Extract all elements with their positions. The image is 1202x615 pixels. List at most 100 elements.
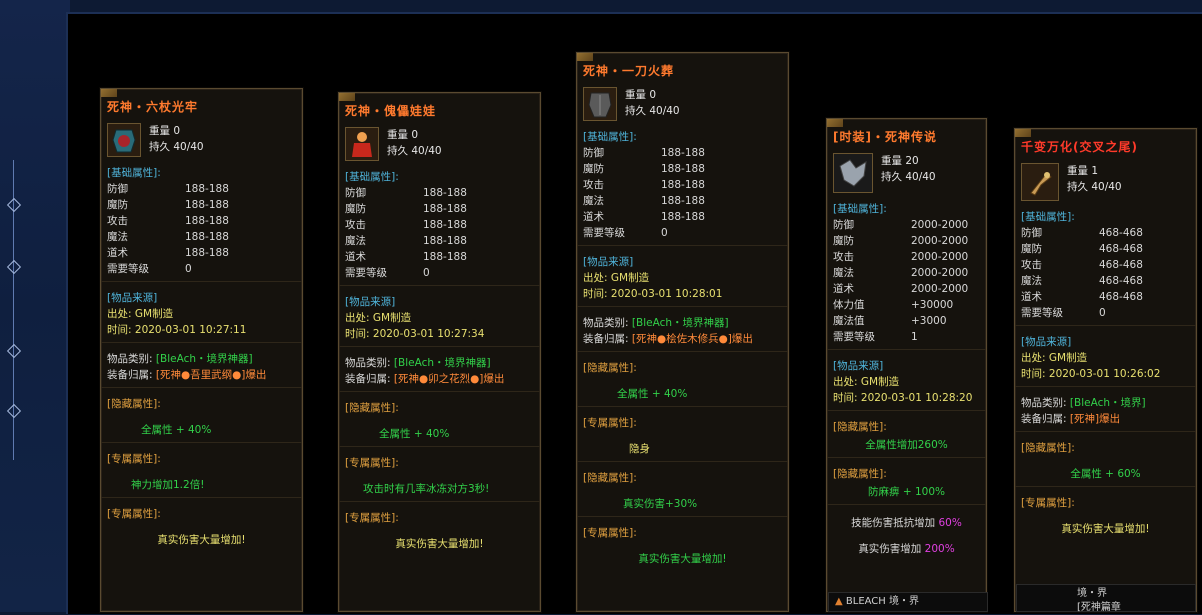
attr-label: 魔法 — [583, 195, 604, 207]
attr-label: 需要等级 — [833, 331, 875, 343]
hidden-heading: [隐藏属性]: — [833, 421, 887, 433]
belong-label: 装备归属: — [107, 369, 153, 381]
divider — [577, 406, 788, 407]
attr-value: 188-188 — [423, 203, 467, 215]
exclusive-value: 攻击时有几率冰冻对方3秒! — [363, 483, 490, 495]
category-value: [BleAch・境界神器] — [393, 357, 491, 369]
exclusive-value: 隐身 — [629, 443, 650, 455]
category-line: 物品类别: [BleAch・境界神器] — [583, 315, 782, 331]
hidden-heading: [隐藏属性]: — [583, 362, 637, 374]
category-label: 物品类别: — [345, 357, 391, 369]
attr-value: 188-188 — [423, 187, 467, 199]
belong-label: 装备归属: — [583, 333, 629, 345]
exclusive-value: 真实伤害大量增加! — [1061, 523, 1150, 535]
item-header: 重量 20 持久 40/40 — [833, 153, 980, 193]
item-basic-stats: 重量 1 持久 40/40 — [1067, 163, 1122, 195]
attr-value: 0 — [661, 227, 668, 239]
true-damage-line: 真实伤害增加 200% — [833, 541, 980, 557]
source-heading: [物品来源] — [345, 296, 396, 308]
divider — [101, 387, 302, 388]
time-value: 2020-03-01 10:27:34 — [372, 328, 485, 340]
hidden-value: 全属性 + 40% — [617, 388, 688, 400]
attr-value: 188-188 — [185, 183, 229, 195]
attr-value: 2000-2000 — [911, 219, 969, 231]
divider — [827, 349, 986, 350]
attr-label: 攻击 — [583, 179, 604, 191]
attr-row: 魔法 188-188 — [583, 193, 782, 209]
base-attributes-heading: [基础属性]: — [583, 131, 637, 143]
belong-label: 装备归属: — [1021, 413, 1067, 425]
durability-value: 40/40 — [173, 141, 204, 153]
attr-value: 188-188 — [423, 219, 467, 231]
tooltip-corner-ornament — [101, 89, 117, 97]
divider — [339, 346, 540, 347]
attr-label: 防御 — [1021, 227, 1042, 239]
true-damage-value: 200% — [924, 543, 955, 555]
durability-label: 持久 — [625, 105, 646, 117]
attr-row: 需要等级 0 — [345, 265, 534, 281]
time-value: 2020-03-01 10:26:02 — [1048, 368, 1161, 380]
category-line: 物品类别: [BleAch・境界神器] — [345, 355, 534, 371]
attr-label: 魔法值 — [833, 315, 865, 327]
exclusive-heading: [专属属性]: — [583, 417, 637, 429]
attr-value: 188-188 — [185, 231, 229, 243]
attr-value: 2000-2000 — [911, 283, 969, 295]
divider — [827, 504, 986, 505]
weight-label: 重量 — [625, 89, 646, 101]
attr-value: 188-188 — [185, 215, 229, 227]
attr-label: 道术 — [583, 211, 604, 223]
exclusive-heading: [专属属性]: — [107, 508, 161, 520]
time-label: 时间: — [107, 324, 132, 336]
attr-value: 188-188 — [423, 251, 467, 263]
category-value: [BleAch・境界] — [1069, 397, 1146, 409]
time-label: 时间: — [1021, 368, 1046, 380]
attr-row: 魔防 2000-2000 — [833, 233, 980, 249]
base-attributes-heading: [基础属性]: — [345, 171, 399, 183]
attr-value: 2000-2000 — [911, 267, 969, 279]
weight-label: 重量 — [881, 155, 902, 167]
attr-value: 2000-2000 — [911, 251, 969, 263]
attr-row: 魔法 468-468 — [1021, 273, 1190, 289]
attr-value: 188-188 — [185, 247, 229, 259]
weight-label: 重量 — [387, 129, 408, 141]
time-label: 时间: — [583, 288, 608, 300]
exclusive-heading: [专属属性]: — [107, 453, 161, 465]
armor-icon — [583, 87, 617, 121]
exclusive-value: 真实伤害大量增加! — [638, 553, 727, 565]
item-title: 死神・一刀火葬 — [583, 64, 675, 78]
left-decor-panel — [0, 0, 70, 612]
attr-label: 防御 — [833, 219, 854, 231]
hidden-value: 全属性增加260% — [865, 439, 948, 451]
source-heading: [物品来源] — [107, 292, 158, 304]
hidden-value: 防麻痹 + 100% — [868, 486, 945, 498]
popup-text: BLEACH 境・界 — [845, 596, 919, 607]
category-value: [BleAch・境界神器] — [155, 353, 253, 365]
belong-line: 装备归属: [死神●桧佐木修兵●]爆出 — [583, 331, 782, 347]
popup-text: 境・界 — [1077, 588, 1107, 599]
chat-popup: ▲ BLEACH 境・界 — [828, 592, 988, 612]
hidden-value: 全属性 + 40% — [379, 428, 450, 440]
weight-label: 重量 — [149, 125, 170, 137]
attr-row: 防御 2000-2000 — [833, 217, 980, 233]
hidden-value: 真实伤害+30% — [623, 498, 698, 510]
attr-value: 0 — [1099, 307, 1106, 319]
durability-label: 持久 — [149, 141, 170, 153]
decor-diamond — [6, 403, 22, 419]
origin-line: 出处: GM制造 — [1021, 350, 1190, 366]
item-header: 重量 1 持久 40/40 — [1021, 163, 1190, 201]
item-tooltip-1: 死神・六杖光牢 重量 0 持久 40/40 [基础属性]: 防御 188-188 … — [100, 88, 303, 612]
attr-label: 道术 — [345, 251, 366, 263]
item-title: 死神・傀儡娃娃 — [345, 104, 437, 118]
hidden-heading: [隐藏属性]: — [583, 472, 637, 484]
attr-label: 攻击 — [833, 251, 854, 263]
attr-label: 魔防 — [1021, 243, 1042, 255]
tooltip-corner-ornament — [1015, 129, 1031, 137]
origin-label: 出处: — [1021, 352, 1046, 364]
attr-value: 0 — [423, 267, 430, 279]
exclusive-value: 真实伤害大量增加! — [157, 534, 246, 546]
weight-value: 0 — [411, 129, 419, 141]
attr-label: 道术 — [833, 283, 854, 295]
category-value: [BleAch・境界神器] — [631, 317, 729, 329]
weight-value: 0 — [173, 125, 181, 137]
divider — [339, 391, 540, 392]
